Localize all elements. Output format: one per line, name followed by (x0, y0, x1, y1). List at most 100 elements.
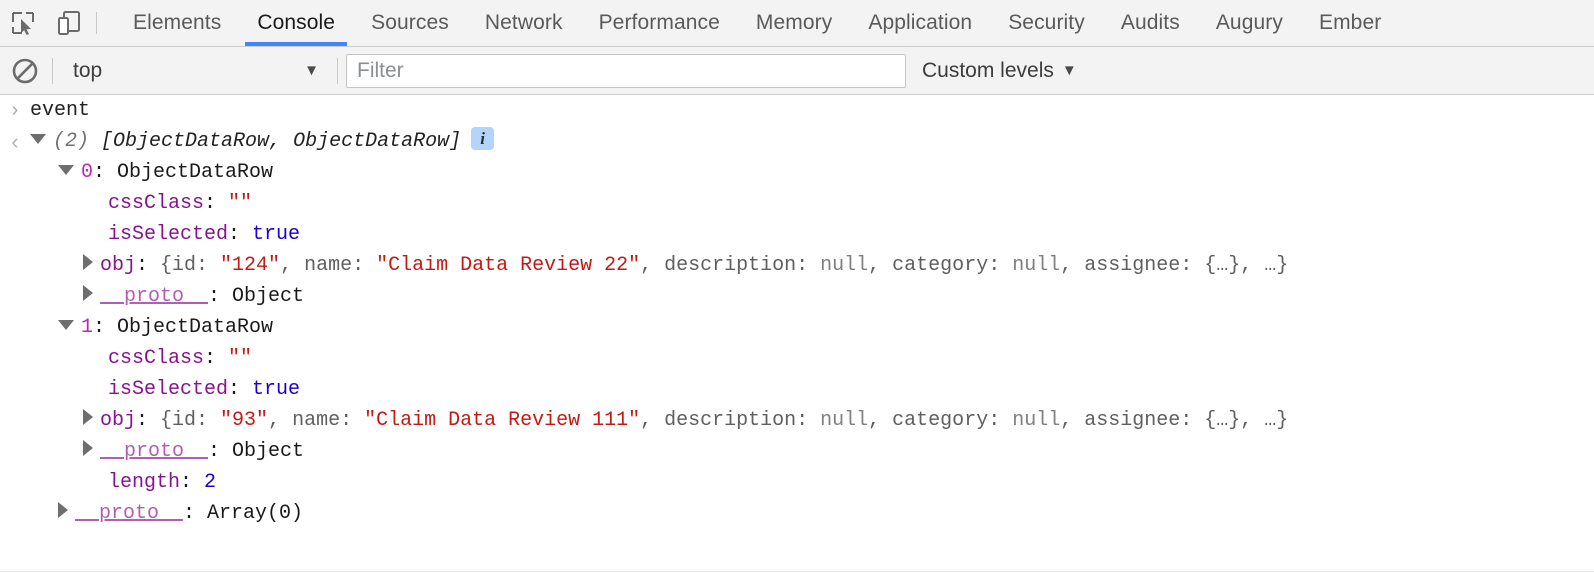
console-tree-row-content: obj: {id: "93", name: "Claim Data Review… (30, 405, 1594, 436)
array-count: (2) (53, 130, 90, 153)
console-tree-row-content: __proto__: Object (30, 281, 1594, 312)
preview-token: null (820, 254, 869, 277)
preview-token: , category: (868, 254, 1013, 277)
console-tree-row-content: length: 2 (30, 467, 1594, 498)
preview-token: , category: (868, 409, 1013, 432)
console-tree-row-content: 1: ObjectDataRow (30, 312, 1594, 343)
console-tree-row-content: isSelected: true (30, 219, 1594, 250)
property-key: 0 (81, 161, 94, 184)
console-tree-row: length: 2 (0, 467, 1594, 498)
property-value: Array(0) (207, 502, 304, 525)
preview-token: null (1012, 254, 1061, 277)
tab-console[interactable]: Console (239, 0, 353, 46)
tab-augury[interactable]: Augury (1198, 0, 1301, 46)
property-value: Object (232, 440, 305, 463)
tab-label: Sources (371, 11, 449, 34)
tab-ember[interactable]: Ember (1301, 0, 1399, 46)
expand-triangle-icon[interactable] (58, 502, 68, 518)
chevron-down-icon: ▼ (304, 62, 319, 79)
property-separator: : (136, 254, 161, 277)
filter-divider-2 (337, 57, 338, 84)
console-tree-row: __proto__: Array(0) (0, 498, 1594, 529)
tab-network[interactable]: Network (467, 0, 581, 46)
filter-input[interactable] (346, 53, 906, 88)
devtools-tabbar: Elements Console Sources Network Perform… (0, 0, 1594, 47)
preview-token: {…}, …} (1204, 409, 1289, 432)
property-separator: : (204, 192, 229, 215)
expand-triangle-icon[interactable] (83, 254, 93, 270)
collapse-triangle-icon[interactable] (58, 320, 74, 330)
tab-performance[interactable]: Performance (581, 0, 738, 46)
console-filter-toolbar: top ▼ Custom levels ▼ (0, 47, 1594, 95)
console-tree-row-content: cssClass: "" (30, 343, 1594, 374)
clear-console-icon[interactable] (6, 52, 44, 90)
property-value: "" (228, 192, 253, 215)
info-badge-icon[interactable]: i (471, 127, 495, 150)
tab-application[interactable]: Application (850, 0, 990, 46)
property-separator: : (228, 223, 253, 246)
console-tree-row: cssClass: "" (0, 188, 1594, 219)
expand-triangle-icon[interactable] (83, 409, 93, 425)
prompt-icon: › (11, 99, 19, 121)
array-summary: (2) [ObjectDataRow, ObjectDataRow] i (30, 126, 1594, 157)
chevron-down-icon: ▼ (1061, 62, 1077, 79)
toolbar-divider (96, 12, 97, 34)
console-output[interactable]: › event ‹ (2) [ObjectDataRow, ObjectData… (0, 95, 1594, 572)
console-input-line: › event (0, 95, 1594, 126)
tab-label: Augury (1215, 11, 1283, 34)
tab-label: Performance (598, 11, 720, 34)
console-tree-row: 0: ObjectDataRow (0, 157, 1594, 188)
tab-label: Network (484, 11, 563, 34)
property-value: 2 (204, 471, 217, 494)
property-value: "" (228, 347, 253, 370)
tab-label: Ember (1318, 11, 1382, 34)
property-key: obj (100, 409, 137, 432)
expand-triangle-icon[interactable] (83, 440, 93, 456)
property-separator: : (204, 347, 229, 370)
expand-triangle-icon[interactable] (30, 134, 46, 144)
expand-triangle-icon[interactable] (83, 285, 93, 301)
execution-context-selector[interactable]: top ▼ (61, 54, 329, 88)
property-separator: : (180, 471, 205, 494)
property-separator: : (208, 440, 233, 463)
preview-token: , name: (280, 254, 377, 277)
preview-token: null (820, 409, 869, 432)
toolbar-icon-group (0, 0, 94, 46)
console-tree-row: isSelected: true (0, 219, 1594, 250)
log-levels-selector[interactable]: Custom levels ▼ (922, 59, 1077, 83)
tab-label: Audits (1120, 11, 1180, 34)
tab-security[interactable]: Security (990, 0, 1103, 46)
console-tree-row: __proto__: Object (0, 281, 1594, 312)
tab-sources[interactable]: Sources (353, 0, 467, 46)
preview-token: "Claim Data Review 111" (364, 409, 641, 432)
console-tree-row: __proto__: Object (0, 436, 1594, 467)
preview-token: , assignee: (1060, 409, 1205, 432)
collapse-triangle-icon[interactable] (58, 165, 74, 175)
panel-tabs: Elements Console Sources Network Perform… (115, 0, 1399, 46)
property-separator: : (228, 378, 253, 401)
console-tree-row-content: __proto__: Array(0) (30, 498, 1594, 529)
property-key: isSelected (108, 223, 229, 246)
property-key: 1 (81, 316, 94, 339)
preview-token: , name: (268, 409, 365, 432)
tab-label: Memory (755, 11, 833, 34)
tab-memory[interactable]: Memory (738, 0, 850, 46)
property-key: __proto__ (100, 440, 209, 463)
console-tree-row-content: obj: {id: "124", name: "Claim Data Revie… (30, 250, 1594, 281)
property-key: __proto__ (75, 502, 184, 525)
preview-token: {id: (160, 409, 221, 432)
property-separator: : (136, 409, 161, 432)
tab-elements[interactable]: Elements (115, 0, 239, 46)
property-separator: : (183, 502, 208, 525)
inspect-element-icon[interactable] (4, 4, 42, 42)
tab-audits[interactable]: Audits (1103, 0, 1198, 46)
array-preview: [ObjectDataRow, ObjectDataRow] (101, 130, 462, 153)
console-tree-row-content: 0: ObjectDataRow (30, 157, 1594, 188)
property-key: cssClass (108, 347, 205, 370)
property-value: true (252, 223, 301, 246)
preview-token: , assignee: (1060, 254, 1205, 277)
console-tree-row-content: cssClass: "" (30, 188, 1594, 219)
property-separator: : (93, 161, 118, 184)
device-toolbar-icon[interactable] (50, 4, 88, 42)
console-tree-row: obj: {id: "124", name: "Claim Data Revie… (0, 250, 1594, 281)
